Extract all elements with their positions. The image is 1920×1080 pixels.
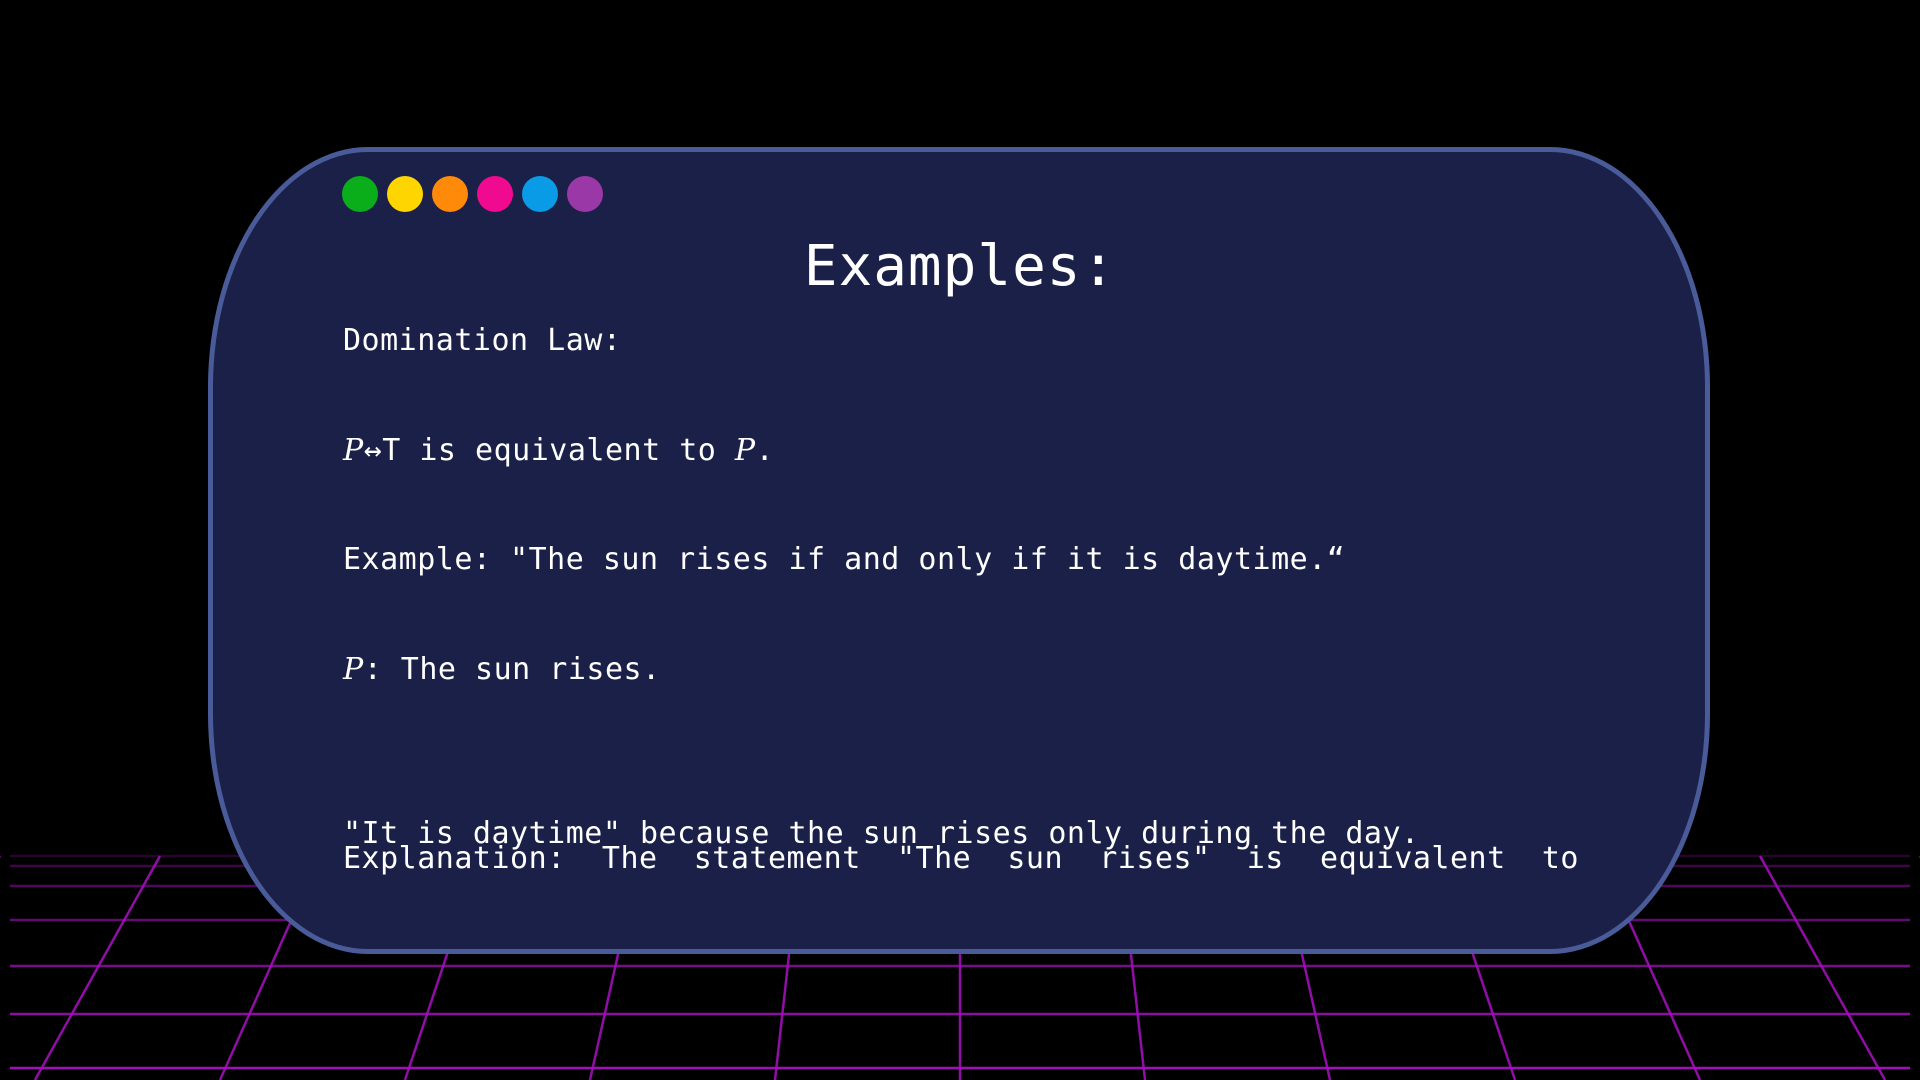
definition-line: P: The sun rises. [343, 650, 661, 690]
slide-stage: Examples: Domination Law: P↔T is equival… [0, 0, 1920, 1080]
example-line: Example: "The sun rises if and only if i… [343, 542, 1346, 577]
formula-line: P↔T is equivalent to P. [343, 431, 774, 471]
window-dots [342, 176, 603, 212]
blue-dot-icon [522, 176, 558, 212]
formula-variable-p-result: P [734, 433, 756, 468]
definition-text: : The sun rises. [363, 652, 661, 687]
green-dot-icon [342, 176, 378, 212]
explanation-word: to [1541, 841, 1579, 876]
law-heading: Domination Law: [343, 323, 622, 358]
grid-line [1758, 855, 1887, 1080]
yellow-dot-icon [387, 176, 423, 212]
slide-title: Examples: [803, 234, 1117, 299]
explanation-line-2: "It is daytime" because the sun rises on… [343, 816, 1420, 851]
formula-operator-text: ↔T is equivalent to [363, 433, 735, 468]
formula-variable-p: P [343, 433, 364, 468]
formula-period: . [755, 433, 775, 468]
purple-dot-icon [567, 176, 603, 212]
explanation-line-1: Explanation: The statement "The sun rise… [343, 759, 1579, 959]
orange-dot-icon [432, 176, 468, 212]
grid-line [33, 855, 162, 1080]
definition-variable-p: P [343, 652, 364, 687]
pink-dot-icon [477, 176, 513, 212]
